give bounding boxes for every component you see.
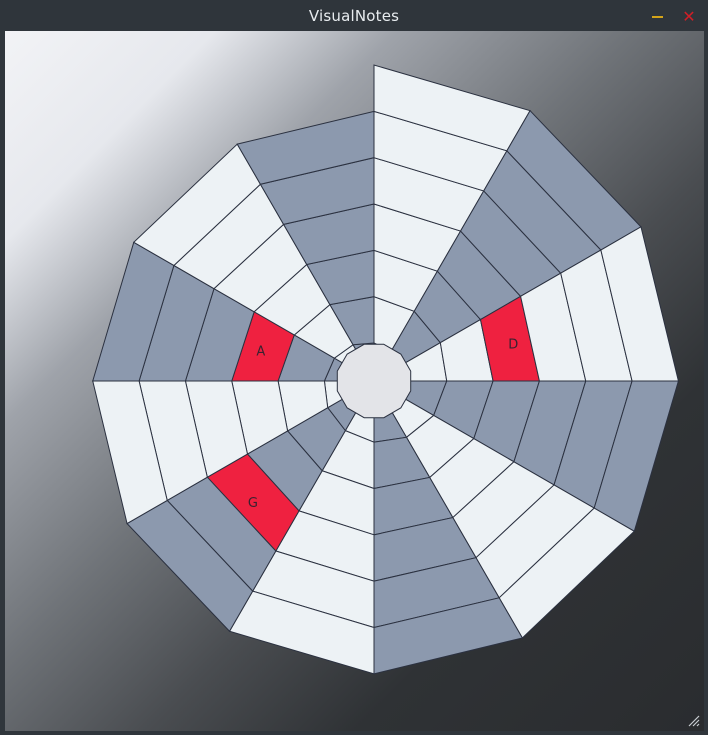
minimize-icon [651, 16, 663, 18]
title-bar[interactable]: VisualNotes ✕ [0, 0, 708, 31]
close-button[interactable]: ✕ [679, 6, 699, 26]
app-window: VisualNotes ✕ D G A [0, 0, 708, 735]
close-icon: ✕ [682, 6, 696, 26]
note-label: A [256, 345, 265, 360]
note-wheel-canvas[interactable]: D G A [5, 31, 704, 731]
wheel-hub[interactable] [336, 343, 412, 419]
note-wheel[interactable]: D G A [5, 31, 704, 731]
note-label: G [248, 496, 258, 511]
resize-grip-icon[interactable] [686, 713, 700, 727]
note-label: D [508, 338, 518, 353]
window-title: VisualNotes [308, 7, 400, 25]
minimize-button[interactable] [647, 6, 667, 26]
